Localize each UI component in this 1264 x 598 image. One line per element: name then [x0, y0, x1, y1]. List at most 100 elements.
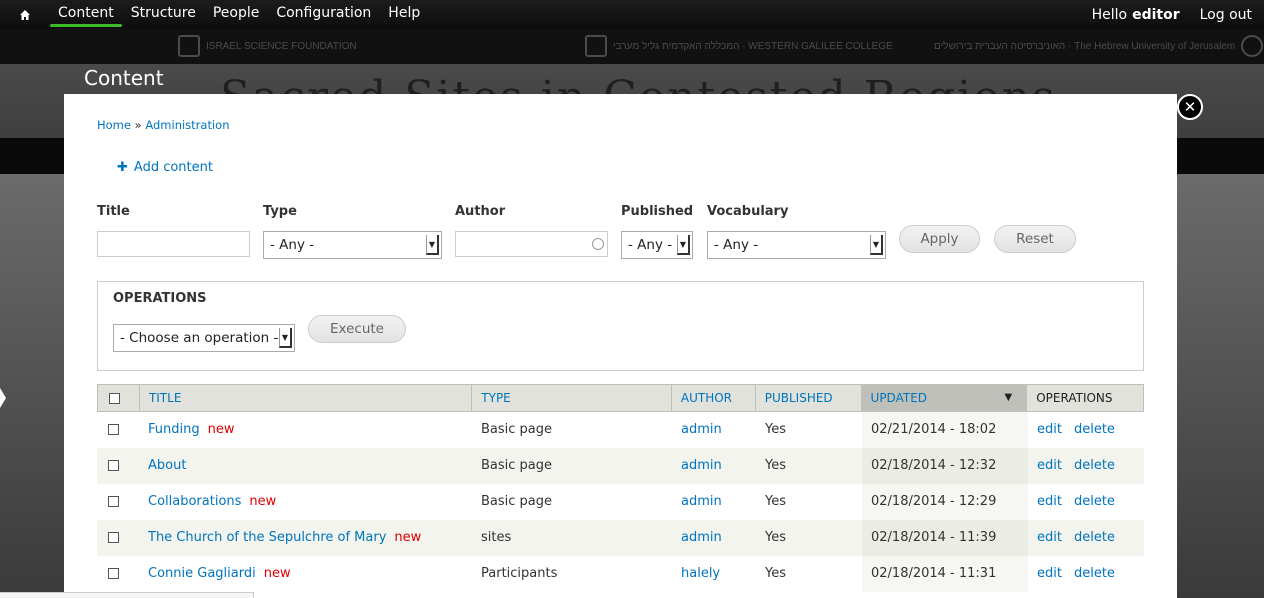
table-row: The Church of the Sepulchre of Mary new si… [97, 520, 1144, 556]
breadcrumb-home[interactable]: Home [97, 118, 131, 132]
title-cell: Collaborations new [139, 484, 472, 520]
row-checkbox-cell [97, 556, 139, 592]
vocabulary-filter-select[interactable]: - Any - ▼ [707, 231, 886, 259]
operations-cell: edit delete [1028, 556, 1144, 592]
mouse-cursor-icon [0, 388, 6, 408]
toolbar-help[interactable]: Help [380, 0, 428, 29]
new-badge: new [207, 422, 235, 437]
delete-link[interactable]: delete [1074, 530, 1115, 545]
bottom-status-strip [0, 592, 254, 598]
isf-logo: ISRAEL SCIENCE FOUNDATION [178, 33, 357, 59]
row-checkbox-cell [97, 412, 139, 448]
header-updated[interactable]: UPDATED ▼ [861, 385, 1028, 411]
close-icon: ✕ [1183, 97, 1197, 116]
logout-link[interactable]: Log out [1200, 7, 1252, 23]
author-filter-input[interactable] [455, 231, 608, 257]
header-type[interactable]: TYPE [472, 385, 672, 411]
operations-fieldset: OPERATIONS - Choose an operation - ▼ Exe… [97, 281, 1144, 371]
title-filter-input[interactable] [97, 231, 250, 257]
title-link[interactable]: About [148, 458, 186, 473]
edit-link[interactable]: edit [1037, 458, 1062, 473]
chevron-down-icon: ▼ [279, 328, 292, 348]
delete-link[interactable]: delete [1074, 422, 1115, 437]
row-checkbox[interactable] [108, 460, 119, 471]
toolbar-people[interactable]: People [205, 0, 268, 29]
breadcrumb-separator: » [134, 118, 142, 132]
updated-cell: 02/18/2014 - 12:29 [862, 484, 1028, 520]
author-link[interactable]: admin [681, 422, 722, 437]
table-row: Connie Gagliardi new Participants halely Yes… [97, 556, 1144, 592]
title-link[interactable]: The Church of the Sepulchre of Mary [148, 530, 386, 545]
operations-cell: edit delete [1028, 484, 1144, 520]
apply-button[interactable]: Apply [899, 225, 980, 253]
operations-cell: edit delete [1028, 520, 1144, 556]
delete-link[interactable]: delete [1074, 566, 1115, 581]
toolbar-user-area: Hello editor Log out [1092, 0, 1252, 29]
execute-button[interactable]: Execute [308, 315, 406, 343]
wgc-logo: המכללה האקדמית גליל מערבי · WESTERN GALI… [585, 33, 893, 59]
operations-cell: edit delete [1028, 412, 1144, 448]
toolbar-structure[interactable]: Structure [123, 0, 204, 29]
breadcrumb-administration[interactable]: Administration [145, 118, 229, 132]
author-cell: halely [672, 556, 756, 592]
author-link[interactable]: admin [681, 494, 722, 509]
row-checkbox[interactable] [108, 496, 119, 507]
row-checkbox[interactable] [108, 568, 119, 579]
type-filter-select[interactable]: - Any - ▼ [263, 231, 442, 259]
type-cell: sites [481, 530, 512, 545]
vocabulary-filter-label: Vocabulary [707, 204, 789, 219]
new-badge: new [263, 566, 291, 581]
row-checkbox-cell [97, 520, 139, 556]
hello-text: Hello [1091, 6, 1128, 23]
select-all-checkbox[interactable] [109, 393, 120, 404]
author-cell: admin [672, 484, 756, 520]
title-filter-label: Title [97, 204, 130, 219]
close-overlay-button[interactable]: ✕ [1177, 94, 1203, 120]
operations-legend: OPERATIONS [113, 291, 207, 306]
home-icon[interactable] [0, 0, 50, 29]
author-link[interactable]: halely [681, 566, 720, 581]
published-filter-label: Published [621, 204, 694, 219]
overlay-panel: Home » Administration ✚ Add content Title… [64, 94, 1177, 598]
header-published[interactable]: PUBLISHED [756, 385, 862, 411]
edit-link[interactable]: edit [1037, 566, 1062, 581]
title-link[interactable]: Connie Gagliardi [148, 566, 256, 581]
edit-link[interactable]: edit [1037, 422, 1062, 437]
author-link[interactable]: admin [681, 458, 722, 473]
updated-cell: 02/18/2014 - 11:39 [862, 520, 1028, 556]
username[interactable]: editor [1132, 7, 1180, 23]
sort-desc-icon: ▼ [1004, 392, 1013, 403]
updated-cell: 02/18/2014 - 12:32 [862, 448, 1028, 484]
author-cell: admin [672, 412, 756, 448]
edit-link[interactable]: edit [1037, 494, 1062, 509]
header-title[interactable]: TITLE [140, 385, 473, 411]
delete-link[interactable]: delete [1074, 494, 1115, 509]
autocomplete-icon [592, 238, 604, 250]
title-link[interactable]: Collaborations [148, 494, 241, 509]
delete-link[interactable]: delete [1074, 458, 1115, 473]
updated-cell: 02/21/2014 - 18:02 [862, 412, 1028, 448]
type-cell: Basic page [481, 422, 553, 437]
table-body: Funding new Basic page admin Yes 02/21/2014 -… [97, 412, 1144, 592]
chevron-down-icon: ▼ [870, 235, 883, 255]
type-cell: Basic page [481, 458, 553, 473]
author-link[interactable]: admin [681, 530, 722, 545]
title-link[interactable]: Funding [148, 422, 200, 437]
reset-button[interactable]: Reset [994, 225, 1076, 253]
published-cell: Yes [765, 422, 786, 437]
header-author[interactable]: AUTHOR [672, 385, 756, 411]
author-cell: admin [672, 520, 756, 556]
title-cell: Connie Gagliardi new [139, 556, 472, 592]
operation-select[interactable]: - Choose an operation - ▼ [113, 324, 295, 352]
toolbar-configuration[interactable]: Configuration [268, 0, 379, 29]
row-checkbox[interactable] [108, 532, 119, 543]
edit-link[interactable]: edit [1037, 530, 1062, 545]
toolbar-content[interactable]: Content [50, 0, 122, 29]
title-cell: About [139, 448, 472, 484]
type-cell: Basic page [481, 494, 553, 509]
published-filter-select[interactable]: - Any - ▼ [621, 231, 693, 259]
add-content-link[interactable]: ✚ Add content [117, 160, 213, 175]
plus-icon: ✚ [117, 160, 128, 175]
new-badge: new [249, 494, 277, 509]
row-checkbox[interactable] [108, 424, 119, 435]
